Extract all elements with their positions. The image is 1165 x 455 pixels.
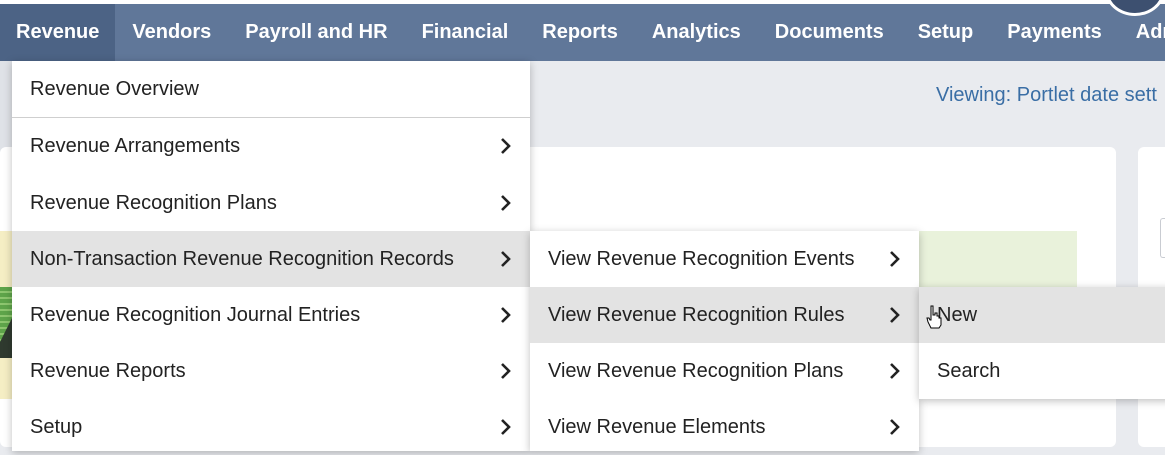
menu-item-revenue-arrangements[interactable]: Revenue Arrangements (12, 118, 530, 174)
chevron-right-icon (501, 307, 511, 323)
menu-item-label: Non-Transaction Revenue Recognition Reco… (30, 247, 454, 270)
nav-analytics[interactable]: Analytics (635, 4, 758, 61)
menu-item-non-transaction-records[interactable]: Non-Transaction Revenue Recognition Reco… (12, 231, 530, 287)
menu-item-label: Search (937, 359, 1001, 382)
menu-item-revenue-recognition-plans[interactable]: Revenue Recognition Plans (12, 175, 530, 231)
chevron-right-icon (501, 195, 511, 211)
menu-item-label: View Revenue Recognition Events (548, 247, 855, 270)
chevron-right-icon (501, 363, 511, 379)
nav-setup[interactable]: Setup (901, 4, 991, 61)
menu-item-search[interactable]: Search (919, 343, 1165, 399)
menu-item-label: Revenue Reports (30, 359, 186, 382)
chevron-right-icon (501, 138, 511, 154)
chevron-right-icon (501, 251, 511, 267)
menu-item-label: Revenue Recognition Plans (30, 191, 277, 214)
menu-item-revenue-overview[interactable]: Revenue Overview (12, 61, 530, 117)
menu-item-view-recognition-plans[interactable]: View Revenue Recognition Plans (530, 343, 919, 399)
recognition-rules-submenu: New Search (919, 287, 1165, 399)
viewing-date-setting-link[interactable]: Viewing: Portlet date sett (936, 84, 1157, 107)
menu-item-label: View Revenue Elements (548, 415, 766, 438)
menu-item-label: Revenue Arrangements (30, 134, 241, 157)
chevron-right-icon (890, 251, 900, 267)
revenue-dropdown-menu: Revenue Overview Revenue Arrangements Re… (12, 61, 530, 451)
menu-item-view-recognition-rules[interactable]: View Revenue Recognition Rules (530, 287, 919, 343)
nav-financial[interactable]: Financial (405, 4, 526, 61)
menu-item-label: Revenue Overview (30, 77, 199, 100)
menu-item-label: View Revenue Recognition Rules (548, 303, 845, 326)
chevron-right-icon (890, 363, 900, 379)
nav-documents[interactable]: Documents (758, 4, 901, 61)
menu-item-new[interactable]: New (919, 287, 1165, 343)
hand-pointer-icon (926, 305, 942, 329)
nav-payroll-hr[interactable]: Payroll and HR (228, 4, 404, 61)
nav-vendors[interactable]: Vendors (115, 4, 228, 61)
menu-item-journal-entries[interactable]: Revenue Recognition Journal Entries (12, 287, 530, 343)
menu-item-label: View Revenue Recognition Plans (548, 359, 844, 382)
chevron-right-icon (501, 419, 511, 435)
chevron-right-icon (890, 307, 900, 323)
nav-reports[interactable]: Reports (525, 4, 635, 61)
nav-payments[interactable]: Payments (990, 4, 1119, 61)
menu-item-setup[interactable]: Setup (12, 399, 530, 455)
non-transaction-submenu: View Revenue Recognition Events View Rev… (530, 231, 919, 451)
menu-item-view-recognition-events[interactable]: View Revenue Recognition Events (530, 231, 919, 287)
portlet-input-field[interactable] (1160, 218, 1165, 258)
menu-item-revenue-reports[interactable]: Revenue Reports (12, 343, 530, 399)
menu-item-label: Setup (30, 415, 83, 438)
menu-item-view-revenue-elements[interactable]: View Revenue Elements (530, 399, 919, 455)
nav-revenue[interactable]: Revenue (0, 4, 116, 61)
menu-item-label: Revenue Recognition Journal Entries (30, 303, 361, 326)
main-navbar: Revenue Vendors Payroll and HR Financial… (0, 4, 1165, 61)
chevron-right-icon (890, 419, 900, 435)
